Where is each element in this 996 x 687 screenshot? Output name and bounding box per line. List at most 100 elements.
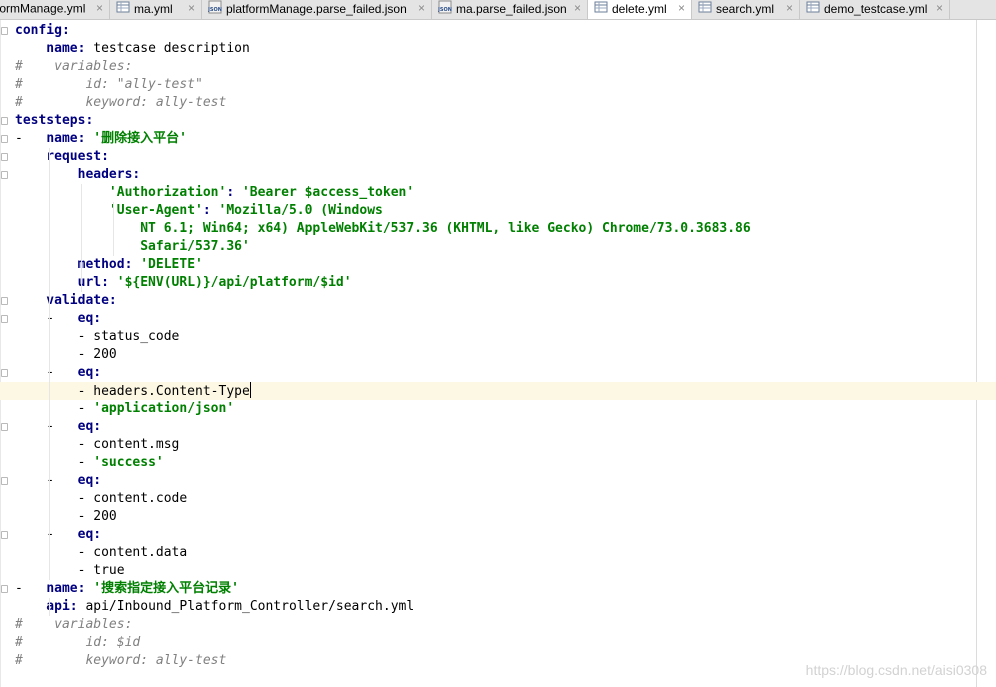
fold-toggle-icon[interactable] <box>1 585 8 593</box>
code-line[interactable]: name: testcase description <box>0 40 996 58</box>
code-line[interactable]: teststeps: <box>0 112 996 130</box>
code-line[interactable]: - 'application/json' <box>0 400 996 418</box>
code-line[interactable]: - content.data <box>0 544 996 562</box>
text-caret <box>249 382 251 398</box>
close-icon[interactable]: × <box>936 0 943 16</box>
code-line[interactable]: - eq: <box>0 364 996 382</box>
close-icon[interactable]: × <box>678 0 685 16</box>
fold-toggle-icon[interactable] <box>1 153 8 161</box>
fold-toggle-icon[interactable] <box>1 117 8 125</box>
code-line[interactable]: validate: <box>0 292 996 310</box>
code-line[interactable]: config: <box>0 22 996 40</box>
fold-toggle-icon[interactable] <box>1 369 8 377</box>
code-line[interactable]: - content.code <box>0 490 996 508</box>
yaml-file-icon <box>698 0 712 19</box>
code-text: config: <box>15 23 70 38</box>
svg-text:JSON: JSON <box>208 7 222 13</box>
code-text: - eq: <box>15 419 102 434</box>
code-line[interactable]: 'User-Agent': 'Mozilla/5.0 (Windows <box>0 202 996 220</box>
tab-platformmanage-parse-failed-json[interactable]: JSON platformManage.parse_failed.json × <box>202 0 432 19</box>
code-line[interactable]: NT 6.1; Win64; x64) AppleWebKit/537.36 (… <box>0 220 996 238</box>
fold-toggle-icon[interactable] <box>1 477 8 485</box>
code-text: name: testcase description <box>15 41 250 56</box>
code-line[interactable]: - eq: <box>0 526 996 544</box>
yaml-file-icon <box>116 0 130 19</box>
code-line[interactable]: # id: "ally-test" <box>0 76 996 94</box>
code-line[interactable]: - 200 <box>0 508 996 526</box>
code-line[interactable]: - eq: <box>0 418 996 436</box>
code-line[interactable]: # keyword: ally-test <box>0 94 996 112</box>
code-line[interactable]: # variables: <box>0 616 996 634</box>
code-text: # variables: <box>15 617 133 632</box>
tab-search-yml[interactable]: search.yml × <box>692 0 800 19</box>
tab-ma-parse-failed-json[interactable]: JSON ma.parse_failed.json × <box>432 0 588 19</box>
code-text: - headers.Content-Type <box>15 382 251 399</box>
code-text: - name: '搜索指定接入平台记录' <box>15 581 239 596</box>
code-line[interactable]: - eq: <box>0 310 996 328</box>
fold-toggle-icon[interactable] <box>1 315 8 323</box>
code-line[interactable]: - true <box>0 562 996 580</box>
tab-demo-testcase-yml[interactable]: demo_testcase.yml × <box>800 0 950 19</box>
tab-label: ma.parse_failed.json <box>456 2 567 16</box>
code-text: - eq: <box>15 527 102 542</box>
code-text: 'User-Agent': 'Mozilla/5.0 (Windows <box>108 203 383 218</box>
indent-guide <box>49 598 50 616</box>
close-icon[interactable]: × <box>574 0 581 16</box>
code-text: teststeps: <box>15 113 94 128</box>
close-icon[interactable]: × <box>188 0 195 16</box>
code-text: validate: <box>15 293 117 308</box>
code-line[interactable]: - headers.Content-Type <box>0 382 996 400</box>
code-line[interactable]: - content.msg <box>0 436 996 454</box>
close-icon[interactable]: × <box>96 0 103 16</box>
code-line[interactable]: # variables: <box>0 58 996 76</box>
code-text: # id: "ally-test" <box>15 77 203 92</box>
svg-text:JSON: JSON <box>438 7 452 13</box>
close-icon[interactable]: × <box>418 0 425 16</box>
fold-toggle-icon[interactable] <box>1 171 8 179</box>
code-line[interactable]: - name: '搜索指定接入平台记录' <box>0 580 996 598</box>
tab-label: platformManage.parse_failed.json <box>226 2 407 16</box>
close-icon[interactable]: × <box>786 0 793 16</box>
code-line[interactable]: # id: $id <box>0 634 996 652</box>
tab-ma-yml[interactable]: ma.yml × <box>110 0 202 19</box>
tab-label: ma.yml <box>134 2 173 16</box>
code-line[interactable]: - name: '删除接入平台' <box>0 130 996 148</box>
code-line[interactable]: 'Authorization': 'Bearer $access_token' <box>0 184 996 202</box>
code-line[interactable]: Safari/537.36' <box>0 238 996 256</box>
code-text: NT 6.1; Win64; x64) AppleWebKit/537.36 (… <box>15 221 751 236</box>
code-line[interactable]: url: '${ENV(URL)}/api/platform/$id' <box>0 274 996 292</box>
fold-toggle-icon[interactable] <box>1 27 8 35</box>
yaml-file-icon <box>594 0 608 19</box>
code-text: - 'application/json' <box>15 401 235 416</box>
tab-formmanage-yml[interactable]: formManage.yml × <box>0 0 110 19</box>
fold-toggle-icon[interactable] <box>1 531 8 539</box>
code-line[interactable]: - 200 <box>0 346 996 364</box>
code-line[interactable]: - eq: <box>0 472 996 490</box>
code-text: - content.code <box>15 491 188 506</box>
code-line[interactable]: headers: <box>0 166 996 184</box>
code-text: api: api/Inbound_Platform_Controller/sea… <box>15 599 415 614</box>
code-line[interactable]: method: 'DELETE' <box>0 256 996 274</box>
code-text: - status_code <box>15 329 180 344</box>
code-text: 'Authorization': 'Bearer $access_token' <box>108 185 415 200</box>
fold-toggle-icon[interactable] <box>1 297 8 305</box>
code-line[interactable]: api: api/Inbound_Platform_Controller/sea… <box>0 598 996 616</box>
code-text: url: '${ENV(URL)}/api/platform/$id' <box>15 275 352 290</box>
fold-toggle-icon[interactable] <box>1 135 8 143</box>
code-text: - eq: <box>15 365 102 380</box>
code-editor[interactable]: config: name: testcase description # vari… <box>0 20 996 687</box>
code-text: # keyword: ally-test <box>15 95 227 110</box>
tab-label: search.yml <box>716 2 775 16</box>
code-text: - name: '删除接入平台' <box>15 131 187 146</box>
fold-toggle-icon[interactable] <box>1 423 8 431</box>
tab-delete-yml[interactable]: delete.yml × <box>588 0 692 19</box>
code-text: method: 'DELETE' <box>15 257 203 272</box>
code-line[interactable]: request: <box>0 148 996 166</box>
code-line[interactable]: - 'success' <box>0 454 996 472</box>
code-line[interactable]: - status_code <box>0 328 996 346</box>
code-text: # id: $id <box>15 635 141 650</box>
code-text: - 200 <box>15 509 117 524</box>
code-text: # keyword: ally-test <box>15 653 227 668</box>
code-text: - true <box>15 563 125 578</box>
code-text: # variables: <box>15 59 133 74</box>
